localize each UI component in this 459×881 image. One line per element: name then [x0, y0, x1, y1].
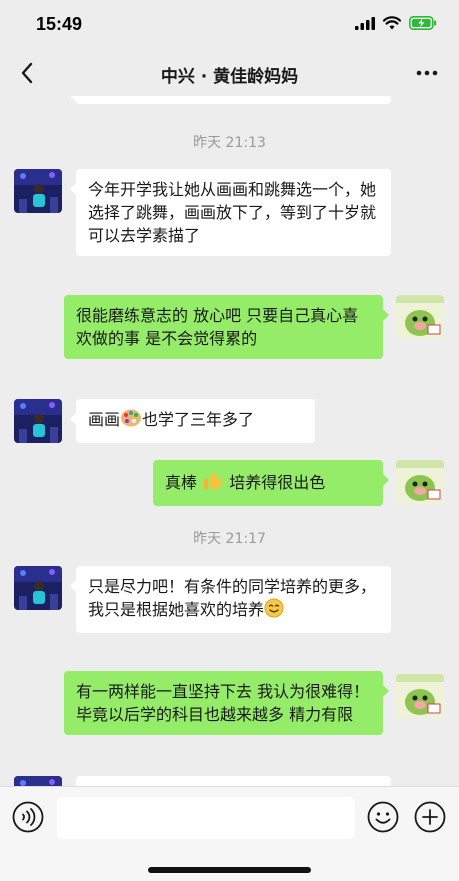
message-bubble-partial[interactable] — [70, 96, 391, 104]
more-button[interactable] — [413, 60, 441, 86]
battery-icon — [409, 16, 437, 30]
status-icons — [355, 16, 437, 30]
sent-message[interactable]: 很能磨练意志的 放心吧 只要自己真心喜欢做的事 是不会觉得累的 — [64, 295, 389, 359]
message-text: 培养得很出色 — [224, 473, 326, 492]
contact-avatar[interactable] — [14, 566, 62, 610]
message-bubble-partial[interactable] — [76, 776, 391, 786]
emoji-icon — [367, 801, 399, 833]
received-message[interactable]: 只是尽力吧！有条件的同学培养的更多，我只是根据她喜欢的培养 — [70, 566, 391, 633]
signal-icon — [355, 16, 375, 30]
home-indicator[interactable] — [148, 867, 311, 873]
plus-icon — [414, 801, 446, 833]
my-avatar[interactable] — [396, 295, 444, 339]
more-dots-icon — [416, 70, 438, 76]
contact-avatar[interactable] — [14, 169, 62, 213]
contact-avatar[interactable] — [14, 399, 62, 443]
timestamp: 昨天 21:17 — [193, 531, 266, 547]
message-text: 也学了三年多了 — [142, 410, 255, 429]
wifi-icon — [383, 16, 401, 30]
message-text: 画画 — [88, 410, 121, 429]
sent-message[interactable]: 真棒 培养得很出色 — [153, 460, 389, 506]
sent-message[interactable]: 有一两样能一直坚持下去 我认为很难得！毕竟以后学的科目也越来越多 精力有限 — [64, 671, 389, 735]
message-text: 只是尽力吧！有条件的同学培养的更多，我只是根据她喜欢的培养 — [88, 577, 377, 619]
voice-icon — [12, 801, 44, 833]
chat-title: 中兴 · 黄佳龄妈妈 — [160, 67, 299, 87]
contact-avatar[interactable] — [14, 776, 62, 786]
my-avatar[interactable] — [396, 460, 444, 504]
chat-area[interactable]: 昨天 21:13 今年开学我让她从画画和跳舞选一个，她选择了跳舞，画画放下了，等… — [0, 96, 459, 786]
my-avatar[interactable] — [396, 674, 444, 718]
smile-emoji — [264, 598, 284, 624]
received-message[interactable]: 画画 也学了三年多了 — [70, 399, 315, 443]
message-input[interactable] — [57, 797, 355, 839]
more-actions-button[interactable] — [414, 801, 446, 833]
received-message[interactable]: 今年开学我让她从画画和跳舞选一个，她选择了跳舞，画画放下了，等到了十岁就可以去学… — [70, 169, 391, 256]
nav-bar: 中兴 · 黄佳龄妈妈 — [0, 50, 459, 96]
message-text: 真棒 — [165, 473, 198, 492]
timestamp: 昨天 21:13 — [193, 135, 266, 151]
thumbs-up-emoji — [202, 469, 224, 497]
status-time: 15:49 — [36, 14, 83, 34]
status-bar: 15:49 — [0, 0, 459, 50]
emoji-button[interactable] — [367, 801, 399, 833]
palette-emoji — [120, 408, 142, 434]
voice-button[interactable] — [12, 801, 44, 833]
